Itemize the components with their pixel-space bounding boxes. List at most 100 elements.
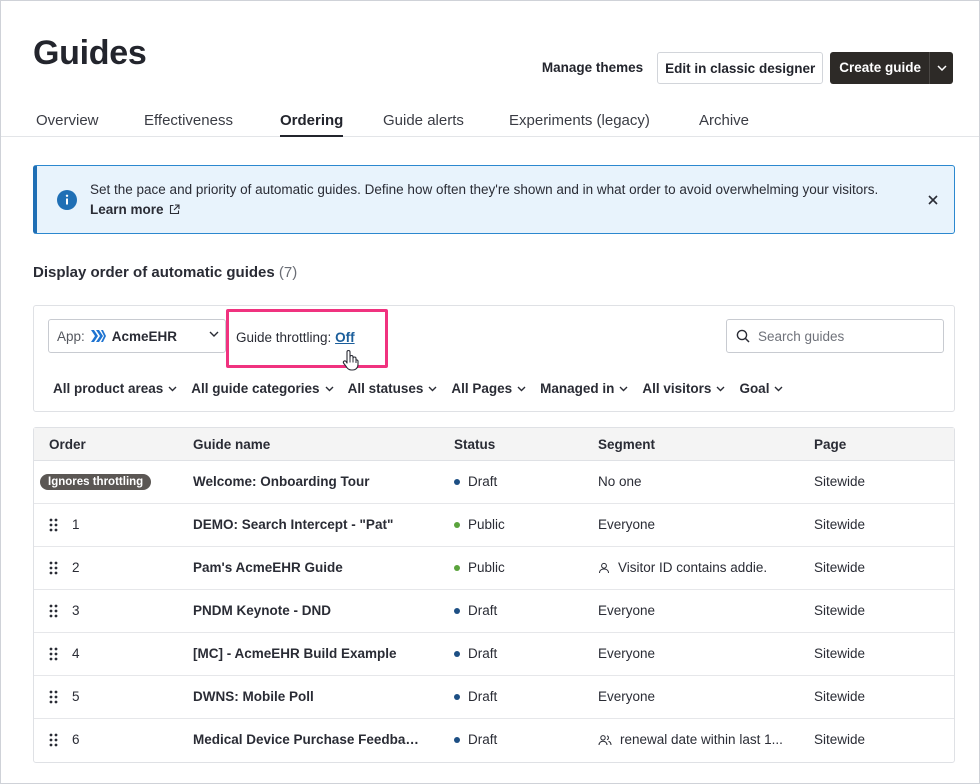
tab-bar: Overview Effectiveness Ordering Guide al… xyxy=(1,109,979,137)
chevron-down-icon xyxy=(428,386,437,391)
drag-handle[interactable] xyxy=(49,647,58,664)
throttling-toggle-link[interactable]: Off xyxy=(335,330,355,345)
ignores-throttling-badge: Ignores throttling xyxy=(40,474,152,490)
drag-handle-icon xyxy=(49,690,58,704)
filter-goal[interactable]: Goal xyxy=(739,381,783,396)
drag-handle-icon xyxy=(49,604,58,618)
guide-name-link[interactable]: PNDM Keynote - DND xyxy=(193,603,331,618)
guide-name-link[interactable]: [MC] - AcmeEHR Build Example xyxy=(193,646,397,661)
status-dot xyxy=(454,478,460,485)
chevron-down-icon xyxy=(936,65,947,71)
chevron-down-icon xyxy=(619,386,628,391)
section-title: Display order of automatic guides (7) xyxy=(33,264,297,281)
drag-handle[interactable] xyxy=(49,733,58,750)
filter-visitors[interactable]: All visitors xyxy=(642,381,725,396)
tab-experiments[interactable]: Experiments (legacy) xyxy=(509,112,650,135)
filter-statuses[interactable]: All statuses xyxy=(348,381,438,396)
edit-classic-designer-button[interactable]: Edit in classic designer xyxy=(657,52,824,84)
tab-archive[interactable]: Archive xyxy=(699,112,749,135)
drag-handle[interactable] xyxy=(49,690,58,707)
filter-label: All Pages xyxy=(451,381,513,396)
order-number: 1 xyxy=(72,517,80,532)
status-dot xyxy=(454,521,460,528)
column-header-segment[interactable]: Segment xyxy=(598,437,655,452)
table-row: 3 PNDM Keynote - DND Draft Everyone Sitewide xyxy=(34,590,954,633)
tab-guide-alerts[interactable]: Guide alerts xyxy=(383,112,464,135)
status-label: Public xyxy=(468,517,505,532)
drag-handle[interactable] xyxy=(49,604,58,621)
filter-pages[interactable]: All Pages xyxy=(451,381,526,396)
tab-ordering[interactable]: Ordering xyxy=(280,112,344,137)
table-row: 5 DWNS: Mobile Poll Draft Everyone Sitewide xyxy=(34,676,954,719)
table-row: 2 Pam's AcmeEHR Guide Public Visitor ID con… xyxy=(34,547,954,590)
info-banner: Set the pace and priority of automatic g… xyxy=(33,165,955,234)
order-number: 6 xyxy=(72,732,80,747)
table-row: 6 Medical Device Purchase Feedback ... Dra… xyxy=(34,719,954,762)
status-dot xyxy=(454,564,460,571)
drag-handle-icon xyxy=(49,733,58,747)
status-dot xyxy=(454,693,460,700)
guide-name-link[interactable]: DEMO: Search Intercept - "Pat" xyxy=(193,517,393,532)
manage-themes-button[interactable]: Manage themes xyxy=(528,52,657,84)
search-icon xyxy=(736,329,750,343)
page-label: Sitewide xyxy=(814,603,866,618)
page-label: Sitewide xyxy=(814,646,866,661)
status-cell: Draft xyxy=(454,474,497,489)
app-selector-label: App: xyxy=(57,328,85,344)
drag-handle[interactable] xyxy=(49,518,58,535)
chevron-down-icon xyxy=(168,386,177,391)
column-header-status[interactable]: Status xyxy=(454,437,495,452)
table-row: Ignores throttling Welcome: Onboarding To… xyxy=(34,461,954,504)
filter-guide-categories[interactable]: All guide categories xyxy=(191,381,334,396)
banner-message: Set the pace and priority of automatic g… xyxy=(90,182,879,197)
status-cell: Public xyxy=(454,560,505,575)
guide-name-link[interactable]: Medical Device Purchase Feedback ... xyxy=(193,732,425,747)
learn-more-link[interactable]: Learn more xyxy=(90,202,180,217)
segment-cell: renewal date within last 1... xyxy=(598,732,783,747)
throttling-label: Guide throttling: xyxy=(236,330,332,345)
create-guide-menu-toggle[interactable] xyxy=(929,52,953,84)
tab-effectiveness[interactable]: Effectiveness xyxy=(144,112,233,135)
filter-managed-in[interactable]: Managed in xyxy=(540,381,628,396)
drag-handle-icon xyxy=(49,518,58,532)
page-title: Guides xyxy=(33,34,147,72)
status-cell: Draft xyxy=(454,689,497,704)
chevron-down-icon xyxy=(774,386,783,391)
page-label: Sitewide xyxy=(814,732,866,747)
segment-label: Everyone xyxy=(598,517,656,532)
drag-handle[interactable] xyxy=(49,561,58,578)
filter-label: All visitors xyxy=(642,381,712,396)
table-body: Ignores throttling Welcome: Onboarding To… xyxy=(34,461,954,762)
column-header-order[interactable]: Order xyxy=(49,437,86,452)
search-guides xyxy=(726,319,944,353)
app-selector-value: AcmeEHR xyxy=(111,328,178,344)
status-label: Draft xyxy=(468,689,498,704)
guide-name-link[interactable]: DWNS: Mobile Poll xyxy=(193,689,314,704)
segment-label: Everyone xyxy=(598,689,656,704)
search-input[interactable] xyxy=(758,328,928,344)
drag-handle-icon xyxy=(49,647,58,661)
filter-product-areas[interactable]: All product areas xyxy=(53,381,177,396)
column-header-page[interactable]: Page xyxy=(814,437,846,452)
tab-overview[interactable]: Overview xyxy=(36,112,99,135)
table-row: 1 DEMO: Search Intercept - "Pat" Public Eve… xyxy=(34,504,954,547)
learn-more-label: Learn more xyxy=(90,202,164,217)
column-header-guide-name[interactable]: Guide name xyxy=(193,437,270,452)
segment-cell: Everyone xyxy=(598,689,655,704)
guide-name-link[interactable]: Pam's AcmeEHR Guide xyxy=(193,560,343,575)
order-number: 4 xyxy=(72,646,80,661)
people-icon xyxy=(598,734,612,745)
close-icon[interactable] xyxy=(926,193,940,207)
segment-cell: Everyone xyxy=(598,603,655,618)
status-cell: Draft xyxy=(454,646,497,661)
segment-cell: No one xyxy=(598,474,642,489)
filter-dropdowns: All product areas All guide categories A… xyxy=(53,381,797,396)
app-logo-icon xyxy=(90,330,106,342)
app-selector[interactable]: App: AcmeEHR xyxy=(48,319,226,353)
create-guide-button[interactable]: Create guide xyxy=(830,52,929,84)
status-label: Draft xyxy=(468,732,498,747)
chevron-down-icon xyxy=(716,386,725,391)
status-cell: Draft xyxy=(454,732,497,747)
header-actions: Manage themes Edit in classic designer C… xyxy=(528,52,953,84)
guide-name-link[interactable]: Welcome: Onboarding Tour xyxy=(193,474,370,489)
